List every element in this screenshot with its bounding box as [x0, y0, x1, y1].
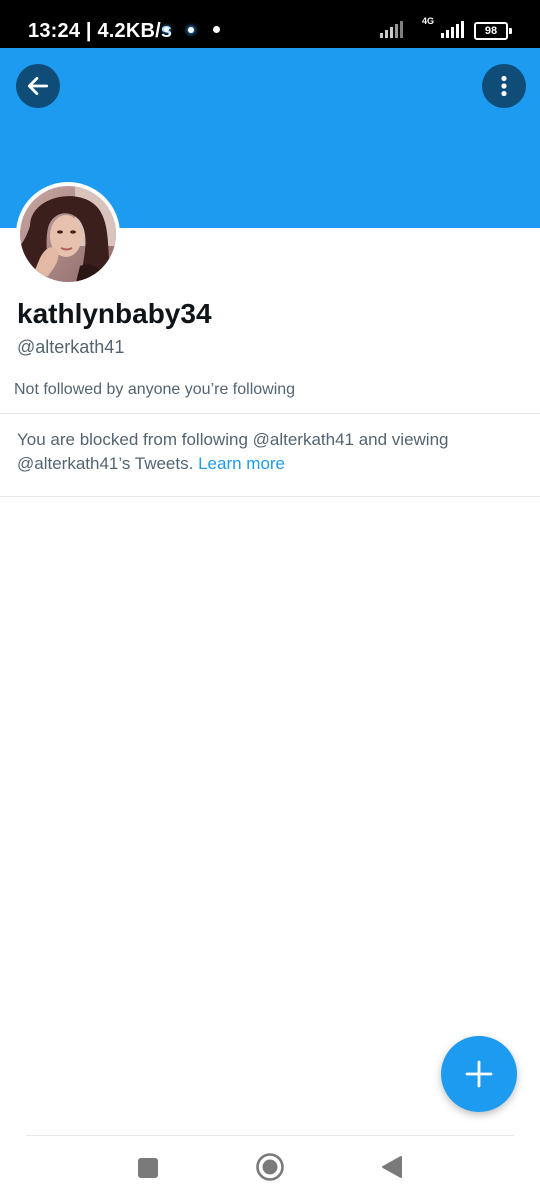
network-type: 4G	[421, 16, 434, 26]
follow-note: Not followed by anyone you’re following	[14, 381, 296, 398]
triangle-back-icon	[382, 1156, 402, 1178]
home-button[interactable]	[255, 1152, 285, 1187]
system-back-button[interactable]	[381, 1155, 403, 1184]
arrow-left-icon	[27, 77, 49, 95]
profile-handle: @alterkath41	[17, 337, 125, 357]
display-name: kathlynbaby34	[17, 298, 212, 329]
status-time: 13:24 | 4.2KB/s	[28, 20, 173, 42]
nav-divider	[26, 1135, 514, 1136]
back-button[interactable]	[16, 64, 60, 108]
square-icon	[138, 1158, 158, 1178]
home-circle-icon	[256, 1153, 284, 1181]
more-options-button[interactable]	[482, 64, 526, 108]
avatar[interactable]	[16, 182, 120, 286]
battery-icon: 98	[474, 22, 508, 40]
learn-more-link[interactable]: Learn more	[198, 454, 285, 473]
signal-icon-4g	[441, 18, 469, 38]
divider-top	[0, 413, 540, 414]
battery-tip	[509, 28, 512, 34]
signal-icon	[380, 18, 408, 38]
recents-button[interactable]	[137, 1157, 159, 1184]
more-vertical-icon	[501, 75, 507, 97]
avatar-photo	[20, 186, 116, 282]
plus-icon	[465, 1060, 493, 1088]
compose-tweet-button[interactable]	[441, 1036, 517, 1112]
blocked-message: You are blocked from following @alterkat…	[17, 428, 517, 476]
divider-bottom	[0, 496, 540, 497]
status-bar: 13:24 | 4.2KB/s 4G 98	[0, 0, 540, 48]
